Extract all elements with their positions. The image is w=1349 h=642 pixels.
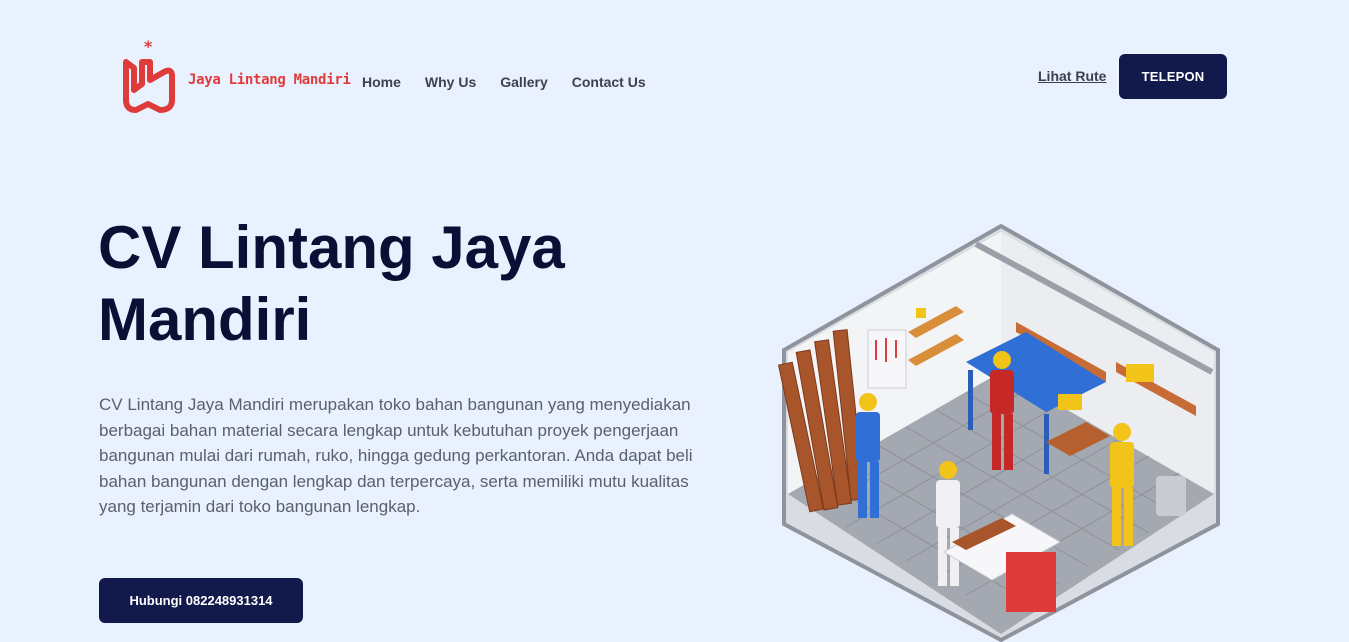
logo-text: Jaya Lintang Mandiri	[188, 72, 351, 88]
contact-phone-button[interactable]: Hubungi 082248931314	[99, 578, 303, 623]
site-header: * Jaya Lintang Mandiri Home Why Us Galle…	[0, 0, 1349, 150]
main-nav: Home Why Us Gallery Contact Us	[362, 74, 646, 90]
brand-logo[interactable]: * Jaya Lintang Mandiri	[120, 38, 351, 116]
nav-home[interactable]: Home	[362, 74, 401, 90]
view-route-link[interactable]: Lihat Rute	[1038, 68, 1106, 84]
svg-text:*: *	[144, 38, 153, 56]
workshop-illustration-icon	[777, 223, 1220, 642]
logo-mark-icon: *	[123, 38, 175, 113]
hero-description: CV Lintang Jaya Mandiri merupakan toko b…	[99, 395, 693, 516]
nav-gallery[interactable]: Gallery	[500, 74, 547, 90]
call-button[interactable]: TELEPON	[1119, 54, 1227, 99]
nav-contact-us[interactable]: Contact Us	[572, 74, 646, 90]
nav-why-us[interactable]: Why Us	[425, 74, 476, 90]
hero-title: CV Lintang Jaya Mandiri	[98, 214, 565, 353]
